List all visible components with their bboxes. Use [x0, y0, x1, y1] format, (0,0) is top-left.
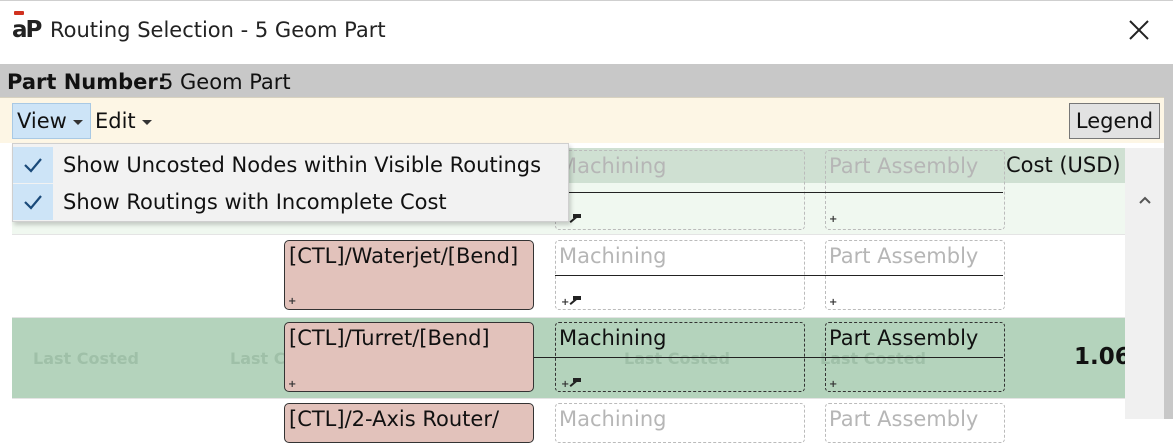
cost-value: 1.06 [1074, 344, 1131, 370]
row-divider [12, 398, 1125, 399]
chevron-up-icon [1138, 196, 1151, 204]
close-icon [1129, 20, 1149, 40]
part-assembly-node[interactable]: Part Assembly [825, 403, 1005, 443]
check-icon [13, 147, 53, 183]
expand-icon[interactable]: + [288, 297, 296, 307]
menu-item-show-uncosted-nodes[interactable]: Show Uncosted Nodes within Visible Routi… [13, 146, 568, 184]
app-logo: aP [12, 17, 42, 43]
view-menu-button[interactable]: View [12, 103, 91, 139]
part-number-value: 5 Geom Part [160, 70, 291, 94]
menu-item-label: Show Routings with Incomplete Cost [63, 190, 447, 214]
expand-icon[interactable]: + [829, 215, 837, 225]
row-divider [12, 234, 1125, 235]
hammer-icon [569, 296, 581, 305]
cost-column-header: Cost (USD) [1006, 153, 1121, 177]
chevron-down-icon [72, 120, 83, 125]
last-costed-ghost: Last Costed [33, 349, 139, 368]
route-connector [534, 357, 1003, 358]
close-button[interactable] [1117, 10, 1161, 50]
routing-node[interactable]: [CTL]/2-Axis Router/ [284, 403, 534, 443]
node-label: Part Assembly [829, 326, 979, 350]
chevron-down-icon [141, 120, 152, 125]
part-number-label: Part Number: [7, 70, 167, 94]
expand-icon[interactable]: + [829, 298, 837, 308]
last-costed-ghost: Last C [230, 349, 286, 368]
node-label: Part Assembly [829, 407, 979, 431]
expand-icon[interactable]: + [288, 380, 296, 390]
logo-accent [14, 11, 24, 15]
edit-menu-button[interactable]: Edit [95, 103, 152, 139]
node-label: Part Assembly [829, 244, 979, 268]
routing-node[interactable]: [CTL]/Turret/[Bend] [284, 322, 534, 392]
legend-button[interactable]: Legend [1069, 103, 1160, 139]
view-menu-label: View [17, 109, 67, 133]
node-label: Machining [559, 154, 667, 178]
node-label: Machining [559, 244, 667, 268]
route-connector [555, 192, 1003, 193]
node-label: Machining [559, 407, 667, 431]
route-connector [555, 275, 1003, 276]
node-label: [CTL]/Turret/[Bend] [289, 326, 490, 350]
window-title: Routing Selection - 5 Geom Part [50, 18, 386, 42]
part-assembly-node[interactable]: Part Assembly [825, 150, 1005, 230]
expand-icon[interactable]: + [561, 380, 569, 390]
window-right-edge [1164, 64, 1173, 419]
check-icon [13, 184, 53, 220]
menu-item-show-incomplete-cost[interactable]: Show Routings with Incomplete Cost [13, 183, 568, 221]
hammer-icon [569, 214, 581, 223]
hammer-icon [569, 378, 581, 387]
expand-icon[interactable]: + [561, 298, 569, 308]
scroll-up-button[interactable] [1125, 183, 1164, 217]
node-label: Part Assembly [829, 154, 979, 178]
toolbar [0, 97, 1164, 143]
machining-node[interactable]: Machining [555, 150, 805, 230]
menu-item-label: Show Uncosted Nodes within Visible Routi… [63, 153, 542, 177]
last-costed-ghost: Last Costed [820, 349, 926, 368]
edit-menu-label: Edit [95, 109, 136, 133]
node-label: Machining [559, 326, 667, 350]
expand-icon[interactable]: + [829, 380, 837, 390]
last-costed-ghost: Last Costed [624, 349, 730, 368]
machining-node[interactable]: Machining [555, 403, 805, 443]
node-label: [CTL]/2-Axis Router/ [289, 407, 500, 431]
node-label: [CTL]/Waterjet/[Bend] [289, 244, 519, 268]
routing-node[interactable]: [CTL]/Waterjet/[Bend] [284, 240, 534, 310]
